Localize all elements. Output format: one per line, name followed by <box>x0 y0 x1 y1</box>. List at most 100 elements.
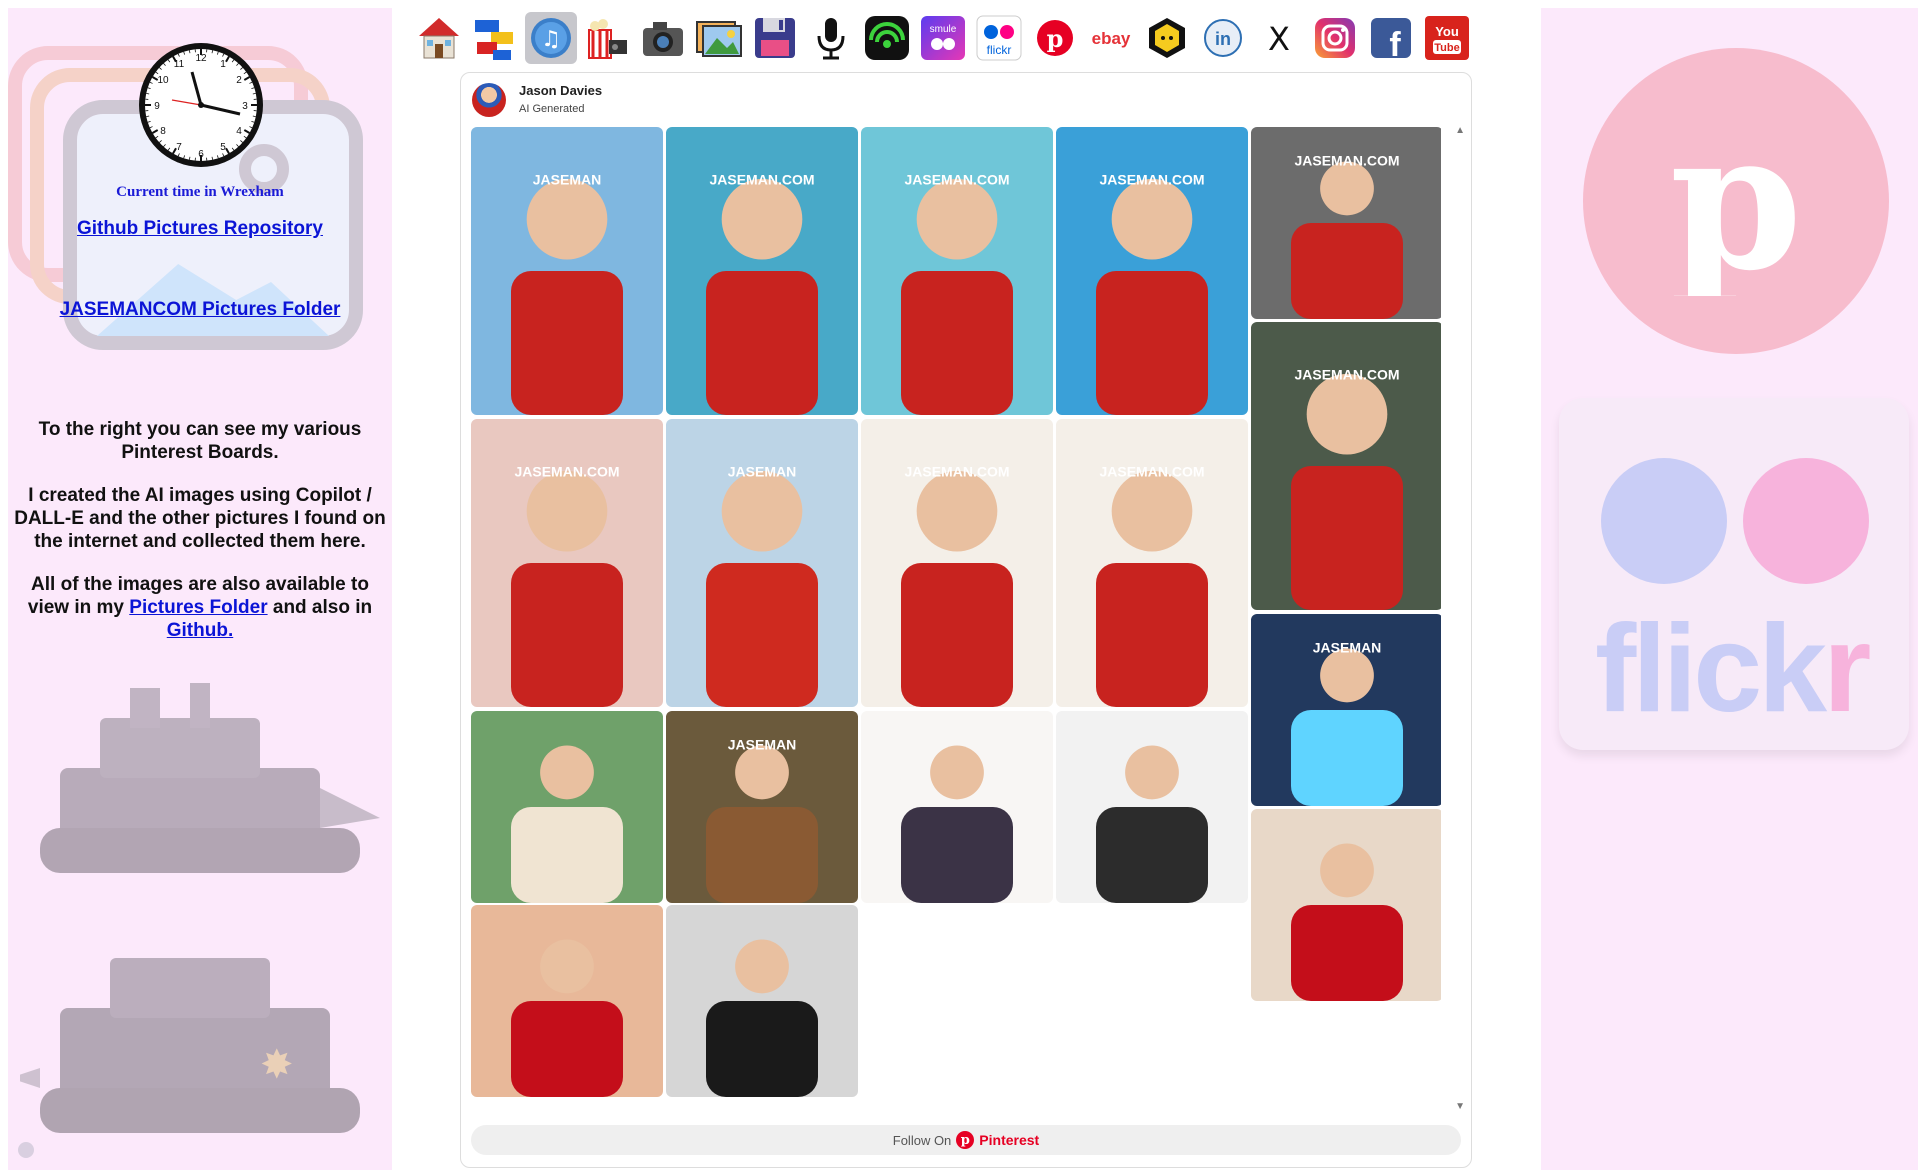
x-icon[interactable]: X <box>1253 12 1305 64</box>
left-sidebar: 12 1 2 3 45 6 78 9 10 11 Current time in Wrexh… <box>8 8 392 1170</box>
svg-text:ebay: ebay <box>1092 29 1131 48</box>
svg-text:JASEMAN.COM: JASEMAN.COM <box>1294 367 1399 383</box>
flickr-wordmark: flickr <box>1595 600 1871 738</box>
para3-mid: and also in <box>272 597 373 618</box>
follow-brand: Pinterest <box>979 1132 1040 1148</box>
flickr-icon[interactable]: flickr <box>973 12 1025 64</box>
svg-text:5: 5 <box>220 142 226 153</box>
scroll-up-arrow-icon[interactable]: ▲ <box>1455 125 1465 136</box>
tank-model-image-2: ✸ <box>20 958 360 1133</box>
svg-text:JASEMAN: JASEMAN <box>1313 639 1381 655</box>
pin-wood-jaseman[interactable]: JASEMAN <box>666 711 858 903</box>
instagram-icon[interactable] <box>1309 12 1361 64</box>
pictures-icon[interactable] <box>693 12 745 64</box>
svg-text:in: in <box>1215 29 1231 49</box>
pin-beach-water[interactable]: JASEMAN.COM <box>666 127 858 415</box>
analog-clock: 12 12 3 45 6 78 9 10 11 <box>139 43 263 167</box>
pin-bw-sunglasses[interactable] <box>666 905 858 1097</box>
facebook-icon[interactable]: f <box>1365 12 1417 64</box>
svg-text:1: 1 <box>220 59 226 70</box>
pin-cartoon-frown[interactable]: JASEMAN.COM <box>1056 419 1248 707</box>
svg-text:JASEMAN.COM: JASEMAN.COM <box>709 172 814 188</box>
flickr-blue-dot <box>1601 458 1727 584</box>
flickr-pink-dot <box>1743 458 1869 584</box>
clock-caption: Current time in Wrexham <box>116 184 284 200</box>
pinterest-icon[interactable]: p <box>1029 12 1081 64</box>
pin-tank-portrait[interactable]: JASEMAN.COM <box>1251 322 1441 610</box>
movies-icon[interactable] <box>581 12 633 64</box>
youtube-icon[interactable]: You Tube <box>1421 12 1473 64</box>
microphone-icon[interactable] <box>805 12 857 64</box>
hexagon-app-icon[interactable] <box>1141 12 1193 64</box>
svg-text:♫: ♫ <box>541 27 561 52</box>
follow-prefix: Follow On <box>892 1132 952 1148</box>
pin-grid: JASEMAN JASEMAN.COM JASEMAN.COM JASEMAN.COM… <box>471 127 1441 1102</box>
svg-text:JASEMAN.COM: JASEMAN.COM <box>1099 172 1204 188</box>
pin-blue-emblem[interactable]: JASEMAN <box>1251 614 1441 806</box>
github-inline-link[interactable]: Github. <box>167 620 233 641</box>
pin-bedroom[interactable]: JASEMAN.COM <box>471 419 663 707</box>
linkedin-icon[interactable]: in <box>1197 12 1249 64</box>
photo-icon-mountain <box>97 264 329 336</box>
pictures-folder-inline-link[interactable]: Pictures Folder <box>129 597 267 618</box>
podcast-icon[interactable] <box>861 12 913 64</box>
top-icon-bar: ♫ smule flickr p ebay in X f You Tube <box>413 8 1523 68</box>
smule-icon[interactable]: smule <box>917 12 969 64</box>
svg-text:JASEMAN.COM: JASEMAN.COM <box>1294 152 1399 168</box>
pin-jet-trio[interactable]: JASEMAN <box>471 127 663 415</box>
pin-anime-face[interactable] <box>861 711 1053 903</box>
avatar[interactable] <box>472 83 506 117</box>
svg-text:12: 12 <box>195 53 207 64</box>
board-name[interactable]: AI Generated <box>519 103 584 115</box>
svg-text:smule: smule <box>930 24 957 35</box>
svg-text:Tube: Tube <box>1434 42 1459 54</box>
svg-text:JASEMAN: JASEMAN <box>533 172 601 188</box>
follow-on-pinterest-button[interactable]: Follow On p Pinterest <box>471 1125 1461 1155</box>
profile-name[interactable]: Jason Davies <box>519 83 602 98</box>
pinterest-board-widget: Jason Davies AI Generated ▲ JASEMAN JASEM… <box>460 72 1472 1168</box>
svg-text:10: 10 <box>157 75 169 86</box>
floppy-disk-icon[interactable] <box>749 12 801 64</box>
svg-text:f: f <box>1389 26 1401 62</box>
svg-text:8: 8 <box>160 126 166 137</box>
right-panel: p flickr <box>1541 8 1918 1170</box>
svg-text:6: 6 <box>198 149 204 160</box>
pin-red-lips-drip[interactable] <box>1251 809 1441 1001</box>
svg-text:JASEMAN.COM: JASEMAN.COM <box>904 172 1009 188</box>
tank-model-image-1 <box>40 683 380 873</box>
pin-meadow-woman[interactable] <box>471 711 663 903</box>
svg-text:JASEMAN.COM: JASEMAN.COM <box>904 464 1009 480</box>
pin-salute-war[interactable]: JASEMAN.COM <box>1251 127 1441 319</box>
intro-paragraph-1: To the right you can see my various Pint… <box>38 419 362 463</box>
home-icon[interactable] <box>413 12 465 64</box>
svg-text:4: 4 <box>236 126 242 137</box>
pin-jaseman-poster[interactable]: JASEMAN <box>666 419 858 707</box>
svg-text:7: 7 <box>176 142 182 153</box>
svg-text:flickr: flickr <box>987 43 1012 57</box>
pin-man-palms[interactable]: JASEMAN.COM <box>1056 127 1248 415</box>
camera-icon[interactable] <box>637 12 689 64</box>
page: 12 1 2 3 45 6 78 9 10 11 Current time in Wrexh… <box>0 0 1918 1170</box>
svg-text:JASEMAN.COM: JASEMAN.COM <box>514 464 619 480</box>
pinterest-large-logo-icon: p <box>1583 48 1889 354</box>
svg-text:9: 9 <box>154 101 160 112</box>
pin-red-lips[interactable] <box>471 905 663 1097</box>
github-pictures-link[interactable]: Github Pictures Repository <box>8 218 392 240</box>
svg-text:JASEMAN.COM: JASEMAN.COM <box>1099 464 1204 480</box>
svg-text:2: 2 <box>236 75 242 86</box>
pin-cartoon-smile[interactable]: JASEMAN.COM <box>861 419 1053 707</box>
ebay-icon[interactable]: ebay <box>1085 12 1137 64</box>
svg-text:X: X <box>1268 20 1290 58</box>
scroll-down-arrow-icon[interactable]: ▼ <box>1455 1101 1465 1112</box>
svg-text:JASEMAN: JASEMAN <box>728 464 796 480</box>
left-intro-text: To the right you can see my various Pint… <box>10 418 390 662</box>
lego-icon[interactable] <box>469 12 521 64</box>
pin-boardwalk[interactable]: JASEMAN.COM <box>861 127 1053 415</box>
pin-sketch-face[interactable] <box>1056 711 1248 903</box>
intro-paragraph-2: I created the AI images using Copilot / … <box>14 485 386 552</box>
svg-text:11: 11 <box>174 59 185 70</box>
intro-paragraph-3: All of the images are also available to … <box>10 573 390 642</box>
music-icon[interactable]: ♫ <box>525 12 577 64</box>
svg-text:p: p <box>1670 106 1803 296</box>
pictures-folder-link[interactable]: JASEMANCOM Pictures Folder <box>8 299 392 321</box>
